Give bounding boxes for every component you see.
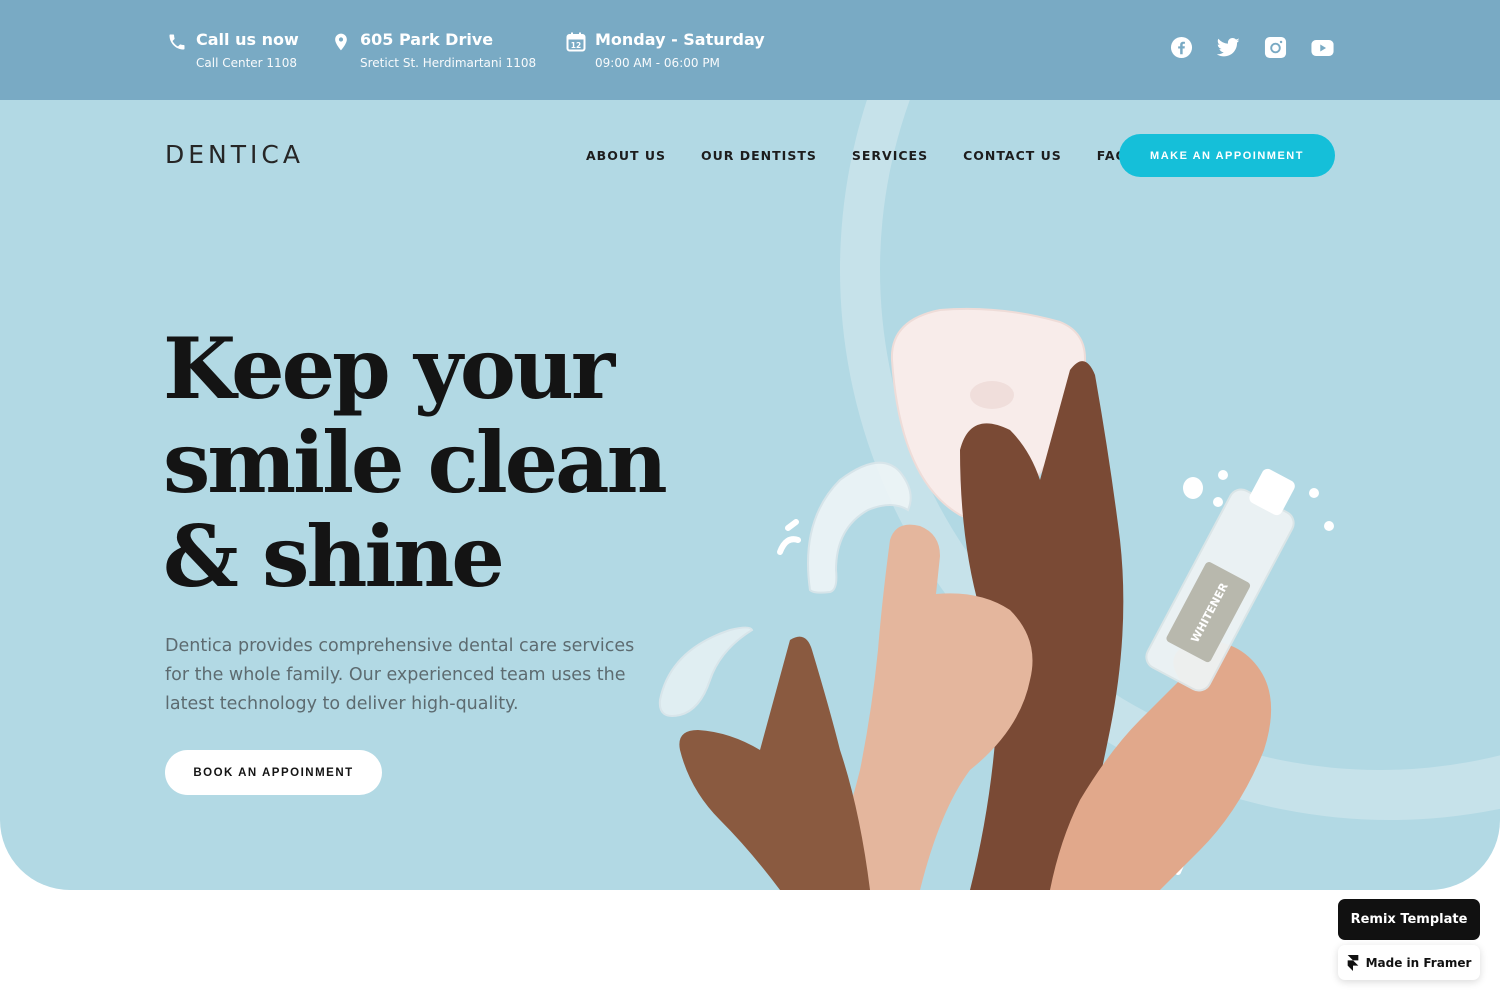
- twitter-icon[interactable]: [1217, 36, 1240, 59]
- remix-template-button[interactable]: Remix Template: [1338, 899, 1480, 940]
- framer-logo-icon: [1347, 954, 1358, 971]
- contact-hours[interactable]: 12 Monday - Saturday 09:00 AM - 06:00 PM: [565, 30, 765, 72]
- top-info-bar: Call us now Call Center 1108 605 Park Dr…: [0, 0, 1500, 100]
- headline-line-1: Keep your: [163, 319, 615, 418]
- youtube-icon[interactable]: [1311, 36, 1334, 59]
- contact-phone[interactable]: Call us now Call Center 1108: [166, 30, 299, 72]
- facebook-icon[interactable]: [1170, 36, 1193, 59]
- address-subtitle: Sretict St. Herdimartani 1108: [360, 56, 537, 70]
- make-appointment-button[interactable]: MAKE AN APPOINMENT: [1119, 134, 1335, 177]
- hours-subtitle: 09:00 AM - 06:00 PM: [595, 56, 720, 70]
- nav-services[interactable]: SERVICES: [852, 148, 928, 163]
- made-in-framer-label: Made in Framer: [1365, 955, 1472, 970]
- hero-hands-illustration: WHITENER: [658, 307, 1334, 890]
- phone-subtitle: Call Center 1108: [196, 56, 297, 70]
- retainer-case-latch: [970, 381, 1014, 409]
- location-pin-icon: [330, 31, 352, 53]
- address-title: 605 Park Drive: [360, 30, 494, 49]
- hero-headline: Keep your smile clean & shine: [163, 322, 683, 604]
- phone-title: Call us now: [196, 30, 299, 49]
- calendar-icon: 12: [565, 31, 587, 53]
- made-in-framer-badge[interactable]: Made in Framer: [1338, 945, 1480, 980]
- hero-description: Dentica provides comprehensive dental ca…: [165, 636, 635, 714]
- site-logo[interactable]: DENTICA: [165, 140, 304, 169]
- headline-line-2: smile clean: [163, 413, 668, 512]
- nav-our-dentists[interactable]: OUR DENTISTS: [701, 148, 817, 163]
- nav-about-us[interactable]: ABOUT US: [586, 148, 666, 163]
- social-links: [1170, 36, 1334, 59]
- nav-contact-us[interactable]: CONTACT US: [963, 148, 1062, 163]
- contact-address[interactable]: 605 Park Drive Sretict St. Herdimartani …: [330, 30, 536, 72]
- clear-aligner-small: [658, 626, 754, 717]
- headline-line-3: & shine: [163, 507, 505, 606]
- hours-title: Monday - Saturday: [595, 30, 765, 49]
- instagram-icon[interactable]: [1264, 36, 1287, 59]
- book-appointment-button[interactable]: BOOK AN APPOINMENT: [165, 750, 382, 795]
- phone-icon: [166, 31, 188, 53]
- calendar-day-label: 12: [571, 41, 581, 50]
- hero-section: DENTICA ABOUT US OUR DENTISTS SERVICES C…: [0, 100, 1500, 890]
- main-nav: ABOUT US OUR DENTISTS SERVICES CONTACT U…: [586, 148, 1127, 163]
